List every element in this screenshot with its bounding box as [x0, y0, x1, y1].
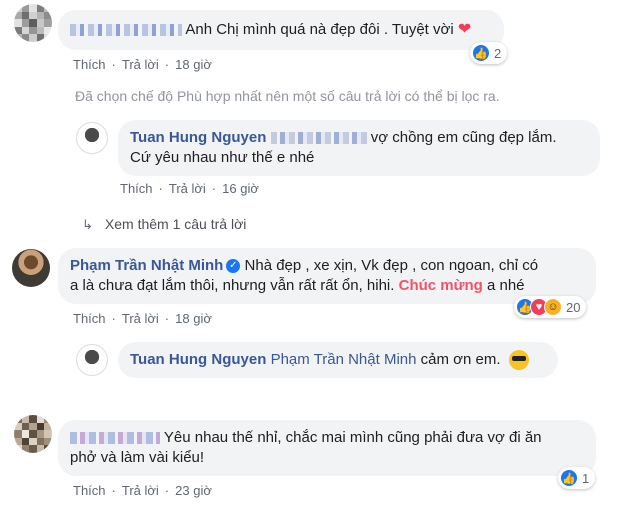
- view-more-label: Xem thêm 1 câu trả lời: [104, 216, 247, 232]
- congrats-highlight: Chúc mừng: [398, 277, 483, 294]
- comment-bubble: Phạm Trần Nhật Minh ✓ Nhà đẹp , xe xịn, V…: [58, 248, 596, 304]
- reaction-summary[interactable]: 👍 2: [470, 42, 508, 64]
- blurred-name: [270, 132, 367, 145]
- avatar[interactable]: [12, 249, 50, 287]
- comment-bubble: Anh Chị mình quá nà đẹp đôi . Tuyệt vời …: [58, 10, 504, 50]
- view-more-replies[interactable]: ↳ Xem thêm 1 câu trả lời: [82, 216, 246, 233]
- filter-note: Đã chọn chế độ Phù hợp nhất nên một số c…: [75, 88, 500, 104]
- reply-arrow-icon: ↳: [82, 217, 93, 232]
- reply-bubble: Tuan Hung Nguyen Phạm Trần Nhật Minh cảm…: [118, 342, 558, 378]
- mention-link[interactable]: Phạm Trần Nhật Minh: [271, 351, 417, 368]
- comment-actions: Thích · Trả lời · 18 giờ: [73, 57, 212, 72]
- reaction-count: 1: [582, 470, 590, 486]
- reply-text: cảm ơn em.: [420, 351, 501, 368]
- like-icon: 👍: [560, 469, 578, 487]
- haha-icon: ☺: [544, 298, 562, 316]
- reply-text: vợ chồng em cũng đẹp lắm.: [370, 129, 557, 146]
- reply-link[interactable]: Trả lời: [122, 311, 159, 326]
- like-link[interactable]: Thích: [73, 57, 106, 72]
- timestamp[interactable]: 18 giờ: [175, 57, 212, 72]
- timestamp[interactable]: 23 giờ: [175, 483, 212, 498]
- reaction-summary[interactable]: 👍 ♥ ☺ 20: [514, 296, 587, 318]
- reply-link[interactable]: Trả lời: [122, 483, 159, 498]
- comment-text: Nhà đẹp , xe xịn, Vk đẹp , con ngoan, ch…: [244, 257, 539, 274]
- comment-text-end: a nhé: [486, 277, 525, 294]
- author-name[interactable]: Phạm Trần Nhật Minh: [70, 257, 223, 274]
- author-name[interactable]: Tuan Hung Nguyen: [130, 129, 266, 146]
- verified-badge-icon: ✓: [226, 259, 241, 274]
- avatar[interactable]: [76, 122, 108, 154]
- comment-actions: Thích · Trả lời · 23 giờ: [73, 483, 212, 498]
- comment-text-line2: a là chưa đạt lắm thôi, nhưng vẫn rất rấ…: [70, 277, 395, 294]
- like-link[interactable]: Thích: [120, 181, 153, 196]
- author-name[interactable]: Tuan Hung Nguyen: [130, 351, 266, 368]
- reaction-count: 2: [494, 45, 502, 61]
- reaction-summary[interactable]: 👍 1: [558, 467, 596, 489]
- avatar[interactable]: [14, 415, 52, 453]
- reaction-count: 20: [566, 299, 581, 315]
- like-link[interactable]: Thích: [73, 483, 106, 498]
- reply-link[interactable]: Trả lời: [122, 57, 159, 72]
- timestamp[interactable]: 18 giờ: [175, 311, 212, 326]
- reply-text-line2: Cứ yêu nhau như thế e nhé: [130, 149, 315, 166]
- reply-link[interactable]: Trả lời: [169, 181, 206, 196]
- avatar[interactable]: [14, 4, 52, 42]
- sunglasses-emoji-icon: [508, 350, 529, 371]
- comment-text: Anh Chị mình quá nà đẹp đôi . Tuyệt vời: [185, 21, 454, 38]
- like-icon: 👍: [472, 44, 490, 62]
- timestamp[interactable]: 16 giờ: [222, 181, 259, 196]
- comment-text-line2: phở và làm vài kiểu!: [70, 449, 205, 466]
- reply-actions: Thích · Trả lời · 16 giờ: [120, 181, 259, 196]
- comment-text: Yêu nhau thế nhỉ, chắc mai mình cũng phả…: [163, 429, 542, 446]
- blurred-name: [70, 24, 182, 37]
- reply-bubble: Tuan Hung Nguyen vợ chồng em cũng đẹp lắ…: [118, 120, 600, 176]
- heart-icon: ❤: [457, 21, 472, 38]
- like-link[interactable]: Thích: [73, 311, 106, 326]
- avatar[interactable]: [76, 344, 108, 376]
- blurred-name: [70, 432, 160, 445]
- comment-actions: Thích · Trả lời · 18 giờ: [73, 311, 212, 326]
- comment-bubble: Yêu nhau thế nhỉ, chắc mai mình cũng phả…: [58, 420, 596, 476]
